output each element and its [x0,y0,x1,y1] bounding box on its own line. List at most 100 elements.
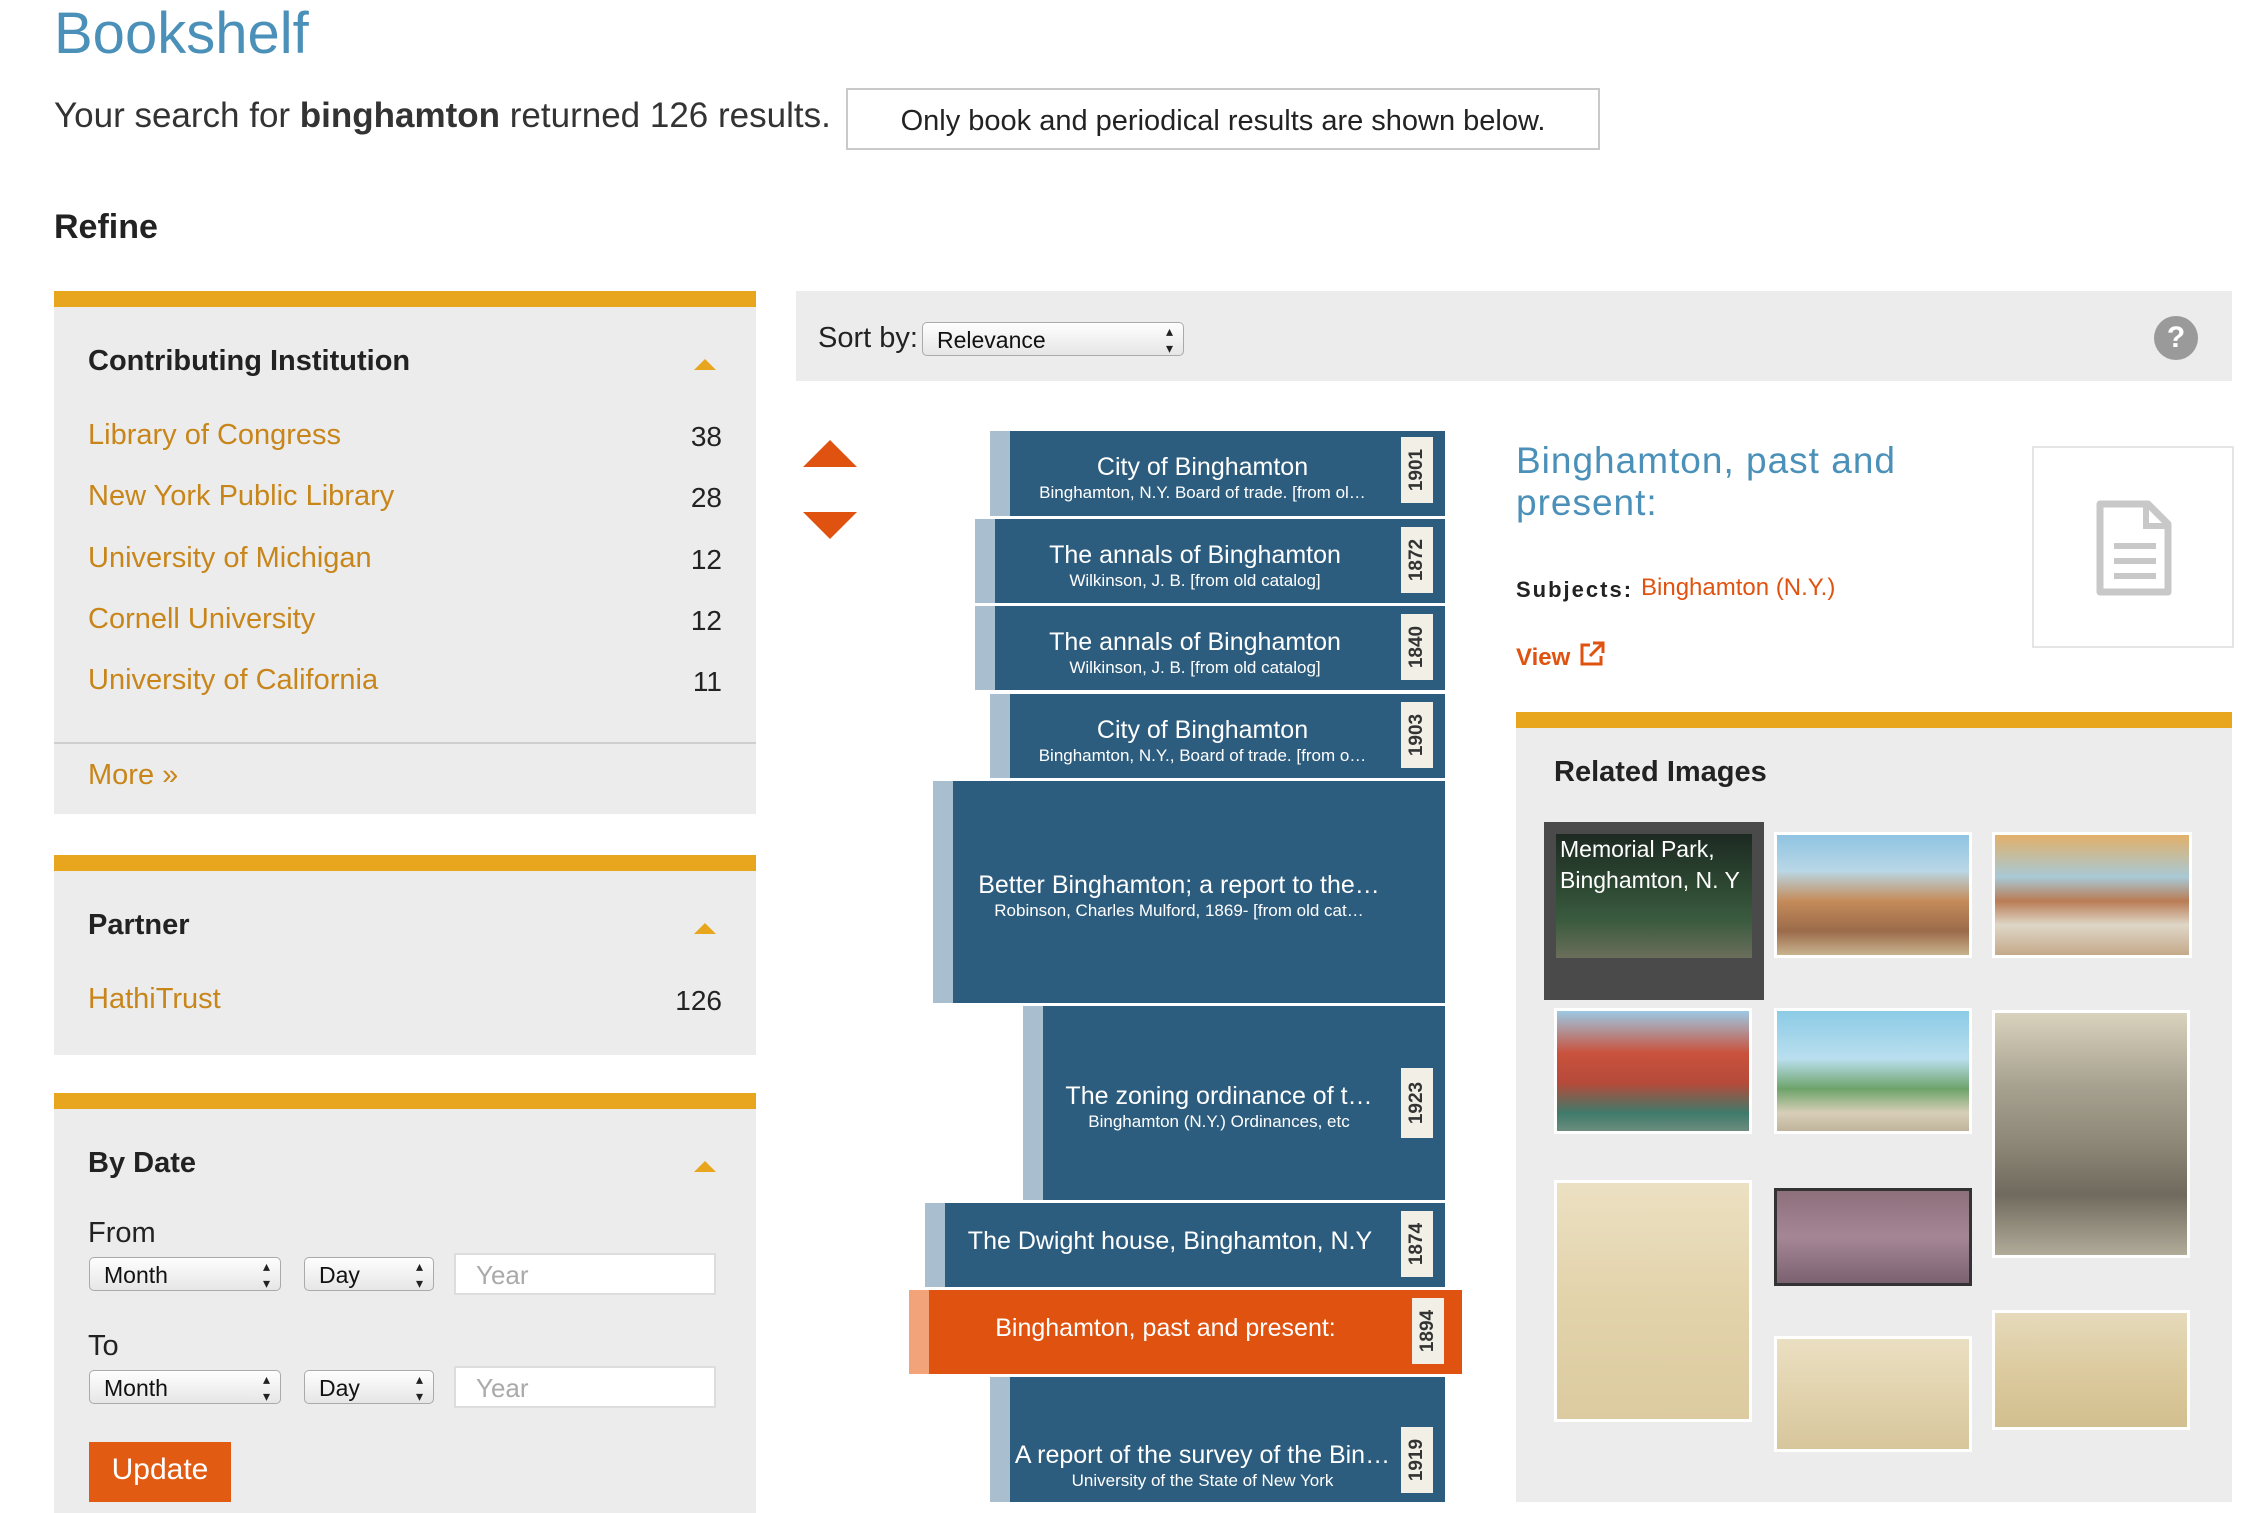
book-title: The zoning ordinance of t… [1065,1082,1373,1110]
spine-edge [1023,1006,1043,1200]
select-value: Day [319,1375,360,1401]
spine-edge [909,1290,929,1374]
search-term: binghamton [299,96,501,135]
book-title: The annals of Binghamton [1049,541,1341,569]
select-value: Month [104,1375,168,1401]
related-images-title: Related Images [1554,756,1767,788]
from-month-select[interactable]: Month ▴ ▾ [89,1257,281,1291]
related-image[interactable] [1554,1008,1752,1134]
book-spine[interactable]: City of Binghamton Binghamton, N.Y., Boa… [990,694,1445,778]
book-spine[interactable]: The Dwight house, Binghamton, N.Y 1874 [925,1203,1445,1287]
spine-edge [990,694,1010,778]
year-badge: 1840 [1401,614,1433,680]
image-caption: Memorial Park, Binghamton, N. Y [1560,836,1740,893]
facet-item-nypl[interactable]: New York Public Library [88,480,394,513]
facet-item-university-of-michigan[interactable]: University of Michigan [88,542,372,575]
external-link-icon[interactable] [1578,640,1606,668]
related-image[interactable] [1992,1010,2190,1258]
to-month-select[interactable]: Month ▴ ▾ [89,1370,281,1404]
year-badge: 1923 [1401,1068,1433,1138]
book-author: Binghamton (N.Y.) Ordinances, etc [1088,1112,1350,1131]
facet-item-cornell-university[interactable]: Cornell University [88,603,315,636]
sort-select[interactable]: Relevance ▴ ▾ [922,322,1184,356]
book-author: Wilkinson, J. B. [from old catalog] [1069,658,1321,677]
facet-more-link[interactable]: More » [88,759,178,792]
spine-edge [975,606,995,690]
book-spine[interactable]: A report of the survey of the Bin… Unive… [990,1377,1445,1502]
select-arrows-icon: ▴ ▾ [415,1371,423,1404]
select-arrows-icon: ▴ ▾ [415,1258,423,1291]
update-button[interactable]: Update [89,1442,231,1502]
facet-count: 12 [690,544,722,575]
related-image[interactable] [1774,1188,1972,1286]
year-badge: 1872 [1401,527,1433,593]
book-spine[interactable]: Better Binghamton; a report to the… Robi… [933,781,1445,1003]
book-spine[interactable]: The zoning ordinance of t… Binghamton (N… [1023,1006,1445,1200]
refine-heading: Refine [54,208,158,246]
book-title: A report of the survey of the Bin… [1014,1441,1391,1469]
spine-edge [933,781,953,1003]
spine-edge [925,1203,945,1287]
document-icon [2096,500,2172,596]
related-image[interactable] [1774,832,1972,958]
book-title: Better Binghamton; a report to the… [978,871,1380,899]
subject-link[interactable]: Binghamton (N.Y.) [1641,574,1835,602]
book-spine[interactable]: City of Binghamton Binghamton, N.Y. Boar… [990,431,1445,516]
book-title: The annals of Binghamton [1049,628,1341,656]
book-title: City of Binghamton [1096,453,1309,481]
book-spine-selected[interactable]: Binghamton, past and present: 1894 [909,1290,1462,1374]
facet-title: Contributing Institution [88,345,411,377]
from-year-input[interactable]: Year [454,1253,716,1295]
related-image[interactable] [1554,1180,1752,1422]
spine-edge [990,431,1010,516]
book-spine[interactable]: The annals of Binghamton Wilkinson, J. B… [975,519,1445,603]
book-spine[interactable]: The annals of Binghamton Wilkinson, J. B… [975,606,1445,690]
collapse-caret-icon[interactable] [694,359,716,370]
facet-panel-partner: Partner HathiTrust 126 [54,855,756,1055]
year-badge: 1903 [1401,702,1433,768]
book-author: Robinson, Charles Mulford, 1869- [from o… [994,901,1364,920]
book-author: Binghamton, N.Y. Board of trade. [from o… [1039,483,1366,502]
from-label: From [88,1217,156,1249]
page-title: Bookshelf [54,1,309,66]
select-value: Month [104,1262,168,1288]
book-author: Binghamton, N.Y., Board of trade. [from … [1038,746,1367,765]
related-image[interactable] [1992,1310,2190,1430]
facet-title: By Date [88,1147,196,1179]
facet-item-library-of-congress[interactable]: Library of Congress [88,419,341,452]
select-value: Day [319,1262,360,1288]
collapse-caret-icon[interactable] [694,923,716,934]
to-year-input[interactable]: Year [454,1366,716,1408]
book-title: The Dwight house, Binghamton, N.Y [967,1227,1373,1255]
facet-count: 11 [692,666,722,697]
scroll-up-icon[interactable] [803,440,857,467]
related-image[interactable] [1992,832,2192,958]
from-day-select[interactable]: Day ▴ ▾ [304,1257,434,1291]
divider [54,742,756,744]
help-icon[interactable]: ? [2154,316,2198,360]
scroll-down-icon[interactable] [803,512,857,539]
facet-count: 28 [690,482,722,513]
document-thumbnail[interactable] [2032,446,2234,648]
related-image[interactable] [1774,1336,1972,1452]
spine-edge [975,519,995,603]
book-title: Binghamton, past and present: [995,1314,1336,1342]
select-value: Relevance [937,327,1046,353]
book-title: City of Binghamton [1096,716,1309,744]
facet-count: 12 [690,605,722,636]
search-summary: Your search for binghamton returned 126 … [54,96,831,136]
year-badge: 1894 [1412,1298,1444,1364]
facet-count: 38 [690,421,722,452]
related-image[interactable] [1774,1008,1972,1134]
collapse-caret-icon[interactable] [694,1161,716,1172]
view-link[interactable]: View [1516,644,1570,672]
select-arrows-icon: ▴ ▾ [262,1258,270,1291]
facet-title: Partner [88,909,190,941]
facet-item-university-of-california[interactable]: University of California [88,664,378,697]
to-day-select[interactable]: Day ▴ ▾ [304,1370,434,1404]
spine-edge [990,1377,1010,1502]
select-arrows-icon: ▴ ▾ [262,1371,270,1404]
facet-item-hathitrust[interactable]: HathiTrust [88,983,221,1016]
facet-panel-institution: Contributing Institution Library of Cong… [54,291,756,814]
detail-title[interactable]: Binghamton, past and present: [1516,440,1976,524]
